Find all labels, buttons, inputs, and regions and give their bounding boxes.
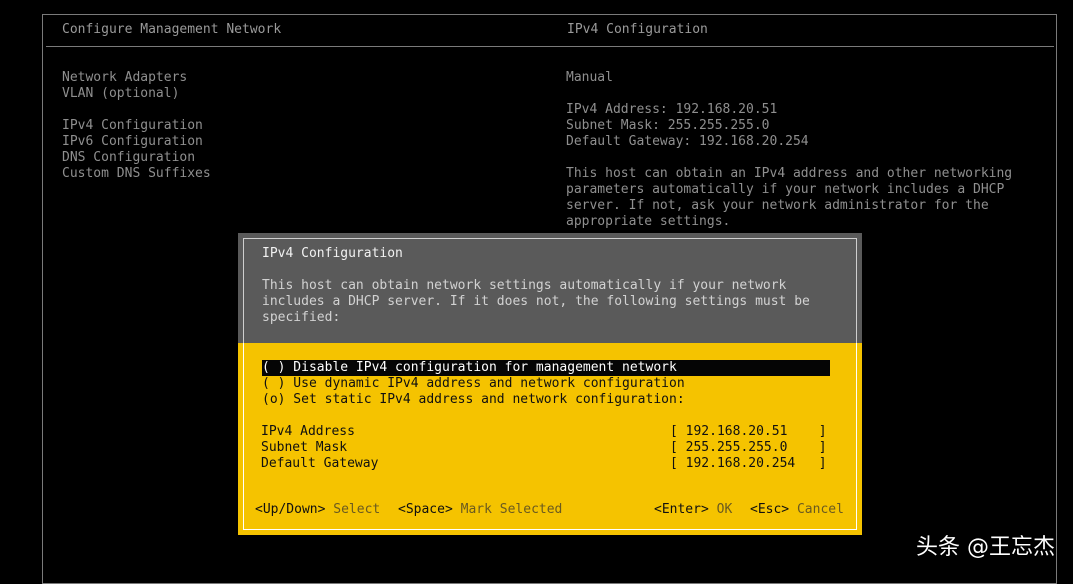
default-gateway-label: Default Gateway [261, 456, 379, 471]
menu-item-ipv4-configuration[interactable]: IPv4 Configuration [62, 118, 211, 134]
cancel-action: Cancel [796, 502, 844, 517]
dialog-description-line: specified: [262, 310, 341, 325]
default-gateway-field[interactable]: [ 192.168.20.254 ] [670, 456, 827, 472]
menu-item-ipv6-configuration[interactable]: IPv6 Configuration [62, 134, 211, 150]
detail-description-line: parameters automatically if your network… [566, 182, 1005, 197]
ok-button[interactable]: <Enter> OK [654, 502, 732, 518]
cancel-button[interactable]: <Esc> Cancel [750, 502, 844, 518]
option-dynamic-ipv4[interactable]: ( ) Use dynamic IPv4 address and network… [262, 376, 685, 392]
dialog-description-line: This host can obtain network settings au… [262, 278, 787, 293]
dialog-description: This host can obtain network settings au… [262, 278, 852, 326]
select-action: Select [333, 502, 381, 517]
header-divider [46, 46, 1054, 47]
menu-item-dns-configuration[interactable]: DNS Configuration [62, 150, 211, 166]
subnet-mask-field[interactable]: [ 255.255.255.0 ] [670, 440, 827, 456]
detail-description-line: server. If not, ask your network adminis… [566, 198, 989, 213]
detail-description-line: appropriate settings. [566, 214, 731, 229]
enter-key: <Enter> [654, 502, 709, 517]
current-default-gateway: Default Gateway: 192.168.20.254 [566, 134, 809, 149]
hint-select: <Up/Down> Select [255, 502, 380, 518]
current-subnet-mask: Subnet Mask: 255.255.255.0 [566, 118, 770, 133]
subnet-mask-label: Subnet Mask [261, 440, 348, 455]
menu-item-network-adapters[interactable]: Network Adapters [62, 70, 211, 86]
current-ipv4-address: IPv4 Address: 192.168.20.51 [566, 102, 778, 117]
config-menu: Network Adapters VLAN (optional) IPv4 Co… [62, 70, 211, 182]
mark-selected-action: Mark Selected [460, 502, 563, 517]
ipv4-mode: Manual [566, 70, 613, 85]
ipv4-address-field[interactable]: [ 192.168.20.51 ] [670, 424, 827, 440]
dialog-title: IPv4 Configuration [262, 246, 403, 261]
option-disable-ipv4[interactable]: ( ) Disable IPv4 configuration for manag… [262, 360, 830, 376]
detail-description-line: This host can obtain an IPv4 address and… [566, 166, 1013, 181]
option-static-ipv4[interactable]: (o) Set static IPv4 address and network … [262, 392, 685, 408]
esc-key: <Esc> [750, 502, 790, 517]
space-key: <Space> [398, 502, 453, 517]
detail-title: IPv4 Configuration [567, 22, 708, 37]
dialog-header: IPv4 Configuration This host can obtain … [238, 233, 862, 343]
dialog-description-line: includes a DHCP server. If it does not, … [262, 294, 810, 309]
screen-title: Configure Management Network [62, 22, 282, 37]
menu-item-custom-dns-suffixes[interactable]: Custom DNS Suffixes [62, 166, 211, 182]
hint-mark-selected: <Space> Mark Selected [398, 502, 562, 518]
watermark: 头条 @王忘杰 [916, 535, 1055, 560]
up-down-key: <Up/Down> [255, 502, 326, 517]
detail-panel: Manual IPv4 Address: 192.168.20.51 Subne… [566, 70, 1046, 230]
ipv4-configuration-dialog: IPv4 Configuration This host can obtain … [238, 233, 862, 535]
menu-item-vlan[interactable]: VLAN (optional) [62, 86, 211, 102]
ok-action: OK [716, 502, 733, 517]
ipv4-address-label: IPv4 Address [261, 424, 355, 439]
